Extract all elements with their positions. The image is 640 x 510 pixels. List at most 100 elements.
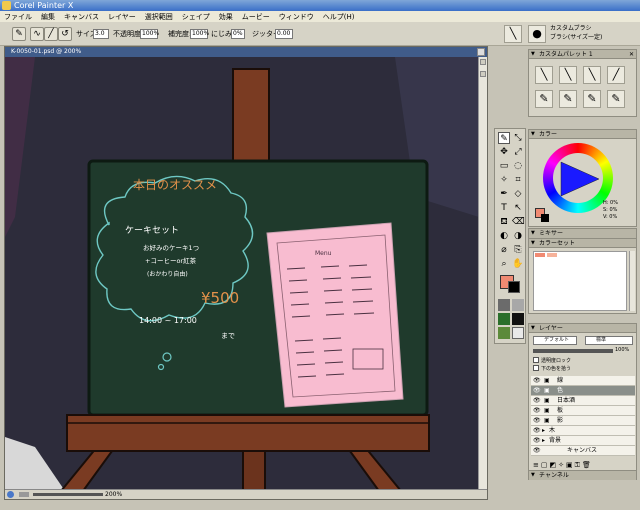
layer-row[interactable]: 👁 ▸ 木 — [531, 426, 635, 436]
rect-select-icon[interactable]: ▭ — [498, 160, 510, 172]
grain-field[interactable]: 100% — [190, 29, 209, 39]
custom-brush-4-icon[interactable]: ╱ — [607, 66, 625, 84]
layer-row[interactable]: 👁 ▣ 板 — [531, 406, 635, 416]
eyedropper-icon[interactable]: ⌀ — [498, 244, 510, 256]
channel-header[interactable]: チャンネル — [529, 471, 636, 480]
layer-row[interactable]: 👁 キャンバス — [531, 446, 635, 456]
blend-field[interactable]: 0% — [231, 29, 245, 39]
paint-bucket-icon[interactable]: ⛾ — [498, 216, 510, 228]
clone-icon[interactable]: ⎘ — [512, 244, 524, 256]
pick-up-color-checkbox[interactable] — [533, 365, 539, 371]
mixer-header[interactable]: ミキサー — [529, 229, 636, 238]
layer-row[interactable]: 👁 ▣ 日本酒 — [531, 396, 635, 406]
weave-selector-icon[interactable] — [512, 313, 524, 325]
custom-brush-5-icon[interactable]: ✎ — [535, 90, 553, 108]
layer-visibility-eye-icon[interactable]: 👁 — [533, 417, 541, 425]
color-set-scrollbar[interactable] — [629, 251, 635, 311]
dropper-icon[interactable]: ⤡ — [512, 132, 524, 144]
color-set-swatch-2[interactable] — [547, 253, 557, 257]
transform-icon[interactable]: ⤢ — [512, 146, 524, 158]
layer-dynamic-icon[interactable]: ✧ — [558, 461, 566, 469]
layer-visibility-eye-icon[interactable]: 👁 — [533, 447, 541, 455]
saturation-value-triangle[interactable] — [559, 160, 601, 198]
menu-effects[interactable]: 効果 — [219, 12, 233, 22]
artwork-canvas[interactable]: 本日のオススメ ケーキセット お好みのケーキ1つ +コーヒーor紅茶 (おかわり… — [5, 57, 479, 491]
menu-edit[interactable]: 編集 — [41, 12, 55, 22]
color-secondary-swatch[interactable] — [541, 214, 549, 222]
layer-options-icon[interactable]: ≡ — [533, 461, 541, 469]
layer-visibility-eye-icon[interactable]: 👁 — [533, 377, 541, 385]
custom-brush-2-icon[interactable]: ╲ — [559, 66, 577, 84]
layer-opacity-slider[interactable] — [533, 349, 613, 353]
color-set-header[interactable]: カラーセット — [529, 239, 636, 248]
nozzle-selector-icon[interactable] — [512, 327, 524, 339]
gradient-selector-icon[interactable] — [498, 313, 510, 325]
pattern-selector-icon[interactable] — [512, 299, 524, 311]
document-window[interactable]: K-0050-01.psd @ 200% 本日のオススメ ケーキセット お好みの… — [4, 46, 488, 500]
grabber-icon[interactable]: ✋ — [512, 258, 524, 270]
color-header[interactable]: カラー — [529, 130, 636, 139]
zoom-slider[interactable] — [33, 493, 103, 496]
text-icon[interactable]: T — [498, 202, 510, 214]
menu-shape[interactable]: シェイプ — [182, 12, 210, 22]
brush-icon[interactable]: ✎ — [498, 132, 510, 144]
layer-visibility-eye-icon[interactable]: 👁 — [533, 427, 541, 435]
pen-icon[interactable]: ✒ — [498, 188, 510, 200]
delete-layer-icon[interactable]: 🗑 — [582, 461, 593, 469]
brush-category-icon[interactable]: ╲ — [504, 25, 522, 43]
layer-visibility-eye-icon[interactable]: 👁 — [533, 437, 541, 445]
eraser-icon[interactable]: ⌫ — [512, 216, 525, 228]
layer-mode-select[interactable]: 標準 — [585, 336, 633, 345]
panel-close-icon[interactable]: ✕ — [629, 50, 634, 59]
layer-row[interactable]: 👁 ▸ 背景 — [531, 436, 635, 446]
brush-tool-icon[interactable]: ✎ — [12, 27, 26, 41]
scroll-nav-icon[interactable] — [480, 71, 486, 77]
scroll-up-icon[interactable] — [480, 59, 486, 65]
brush-variant-name[interactable]: ブラシ(サイズ一定) — [550, 33, 602, 43]
layer-adjuster-icon[interactable]: ✥ — [498, 146, 510, 158]
layer-row[interactable]: 👁 ▣ 線 — [531, 376, 635, 386]
magnifier-icon[interactable]: ⌕ — [498, 258, 510, 270]
color-set-swatch-1[interactable] — [535, 253, 545, 257]
straight-line-icon[interactable]: ╱ — [44, 27, 58, 41]
jitter-field[interactable]: 0.00 — [275, 29, 293, 39]
color-set-swatch-area[interactable] — [533, 251, 627, 311]
document-close-icon[interactable] — [477, 48, 485, 56]
menu-window[interactable]: ウィンドウ — [279, 12, 314, 22]
dodge-icon[interactable]: ◐ — [498, 230, 510, 242]
crop-icon[interactable]: ⌗ — [512, 174, 524, 186]
layer-visibility-eye-icon[interactable]: 👁 — [533, 387, 541, 395]
zoom-out-icon[interactable] — [19, 492, 29, 497]
menu-file[interactable]: ファイル — [4, 12, 32, 22]
layer-visibility-eye-icon[interactable]: 👁 — [533, 397, 541, 405]
navigator-icon[interactable] — [7, 491, 14, 498]
custom-brush-8-icon[interactable]: ✎ — [607, 90, 625, 108]
brush-variant-icon[interactable]: ● — [528, 25, 546, 43]
reset-tool-icon[interactable]: ↺ — [58, 27, 72, 41]
layer-visibility-eye-icon[interactable]: 👁 — [533, 407, 541, 415]
custom-brush-1-icon[interactable]: ╲ — [535, 66, 553, 84]
custom-brush-7-icon[interactable]: ✎ — [583, 90, 601, 108]
canvas-vertical-scrollbar[interactable] — [478, 57, 487, 491]
layer-group-icon[interactable]: ▣ — [566, 461, 575, 469]
menu-select[interactable]: 選択範囲 — [145, 12, 173, 22]
size-field[interactable]: 3.0 — [93, 29, 109, 39]
shape-icon[interactable]: ◇ — [512, 188, 524, 200]
custom-brush-3-icon[interactable]: ╲ — [583, 66, 601, 84]
look-selector-icon[interactable] — [498, 327, 510, 339]
layer-mask-icon[interactable]: ◩ — [550, 461, 559, 469]
secondary-color-swatch[interactable] — [508, 281, 520, 293]
menu-movie[interactable]: ムービー — [242, 12, 270, 22]
layer-row[interactable]: 👁 ▣ 影 — [531, 416, 635, 426]
layer-lock-icon[interactable]: ⚿ — [575, 461, 582, 469]
paper-selector-icon[interactable] — [498, 299, 510, 311]
menu-help[interactable]: ヘルプ(H) — [323, 12, 355, 22]
freehand-stroke-icon[interactable]: ∿ — [30, 27, 44, 41]
opacity-field[interactable]: 100% — [140, 29, 159, 39]
magic-wand-icon[interactable]: ✧ — [498, 174, 510, 186]
custom-brush-6-icon[interactable]: ✎ — [559, 90, 577, 108]
new-layer-icon[interactable]: ▢ — [541, 461, 550, 469]
menu-canvas[interactable]: キャンバス — [64, 12, 99, 22]
lock-transparency-checkbox[interactable] — [533, 357, 539, 363]
burn-icon[interactable]: ◑ — [512, 230, 524, 242]
